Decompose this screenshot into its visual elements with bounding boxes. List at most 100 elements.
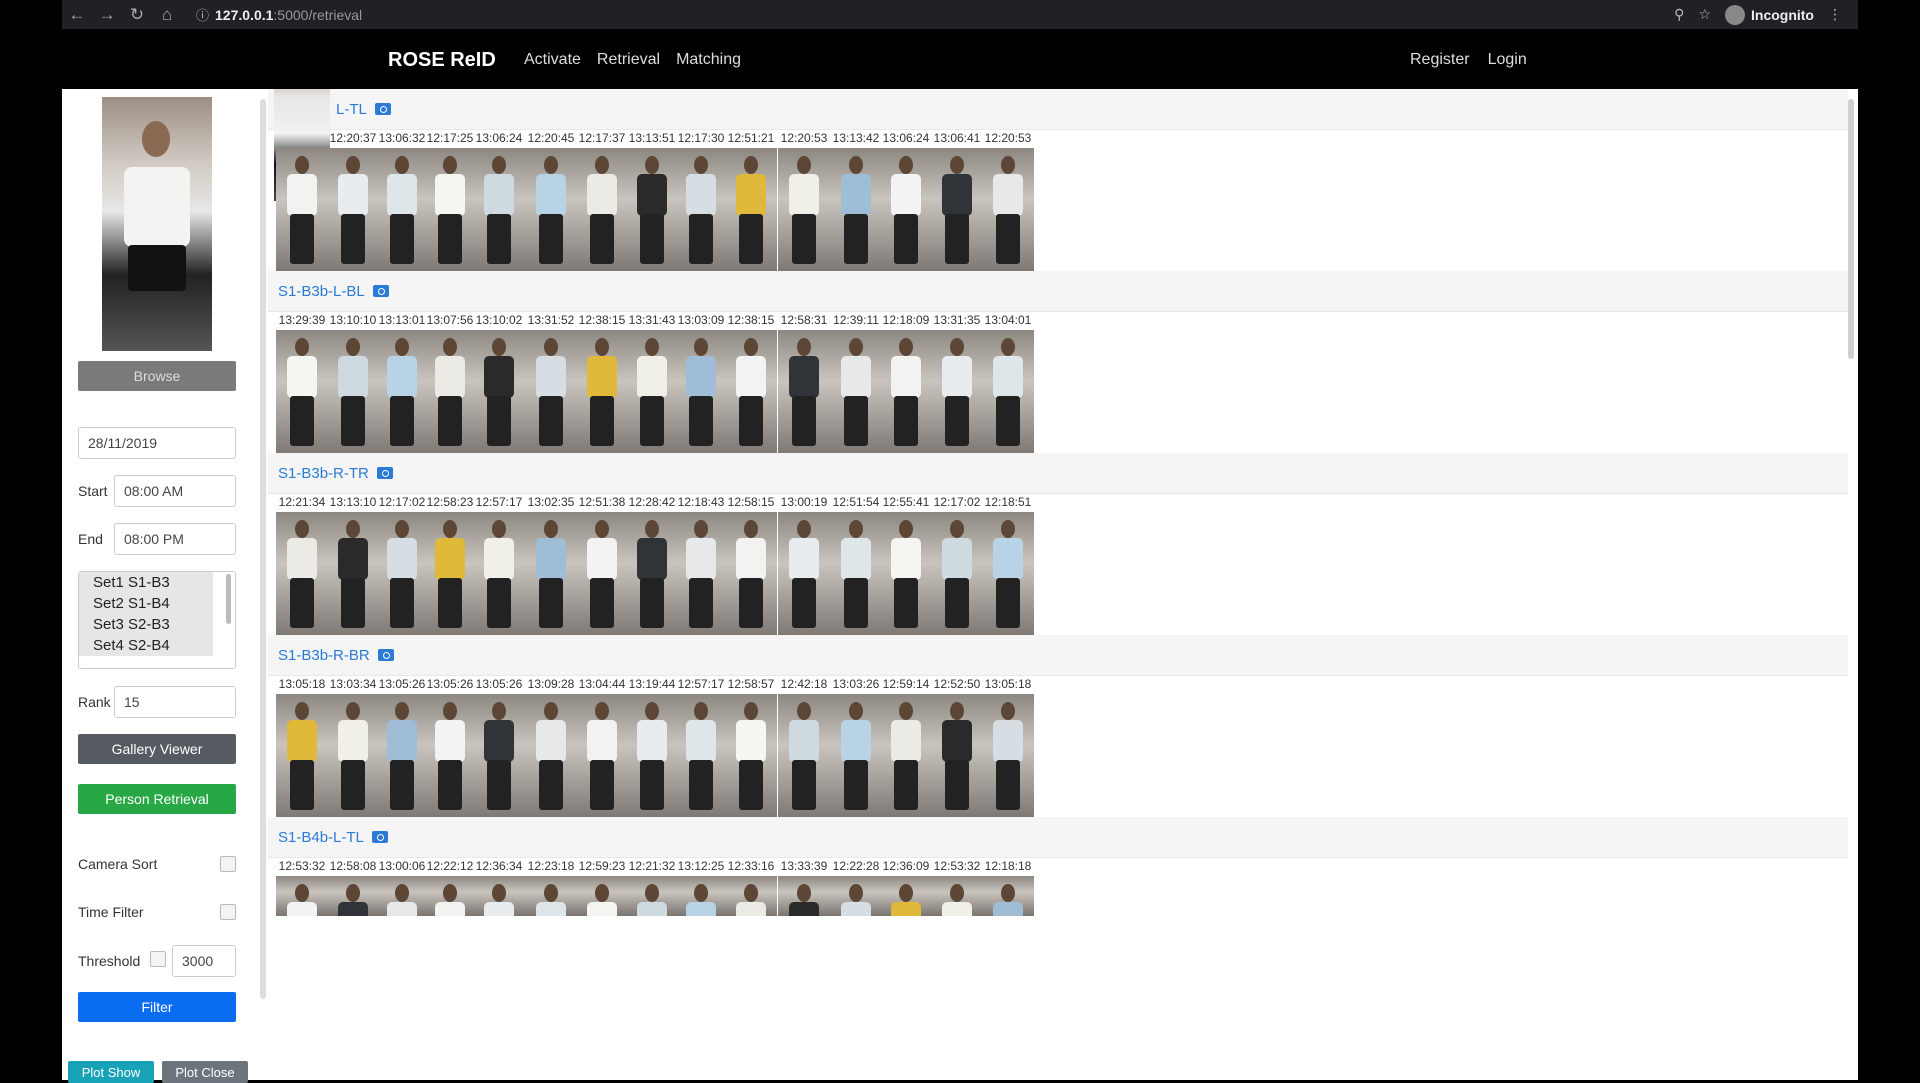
person-crop-image[interactable] bbox=[276, 694, 328, 822]
gallery-viewer-button[interactable]: Gallery Viewer bbox=[78, 734, 236, 764]
person-crop-image[interactable] bbox=[725, 330, 777, 458]
zoom-icon[interactable]: ⚲ bbox=[1674, 6, 1684, 23]
camera-sort-checkbox[interactable] bbox=[220, 856, 236, 872]
person-crop-image[interactable] bbox=[675, 694, 727, 822]
set-option[interactable]: Set2 S1-B4 bbox=[79, 593, 213, 614]
person-crop-image[interactable] bbox=[982, 148, 1034, 276]
nav-retrieval[interactable]: Retrieval bbox=[597, 51, 660, 69]
person-crop-image[interactable] bbox=[576, 876, 628, 916]
threshold-input[interactable]: 3000 bbox=[172, 945, 236, 977]
person-crop-image[interactable] bbox=[778, 330, 830, 458]
person-retrieval-button[interactable]: Person Retrieval bbox=[78, 784, 236, 814]
person-crop-image[interactable] bbox=[982, 330, 1034, 458]
person-crop-image[interactable] bbox=[473, 330, 525, 458]
person-crop-image[interactable] bbox=[473, 512, 525, 640]
set-option[interactable]: Set4 S2-B4 bbox=[79, 635, 213, 656]
person-crop-image[interactable] bbox=[830, 512, 882, 640]
person-crop-image[interactable] bbox=[830, 330, 882, 458]
person-crop-image[interactable] bbox=[880, 694, 932, 822]
person-crop-image[interactable] bbox=[725, 694, 777, 822]
person-crop-image[interactable] bbox=[725, 512, 777, 640]
person-crop-image[interactable] bbox=[982, 512, 1034, 640]
person-crop-image[interactable] bbox=[525, 330, 577, 458]
time-filter-checkbox[interactable] bbox=[220, 904, 236, 920]
person-crop-image[interactable] bbox=[880, 148, 932, 276]
star-icon[interactable]: ☆ bbox=[1698, 6, 1711, 23]
menu-icon[interactable]: ⋮ bbox=[1828, 6, 1842, 23]
person-crop-image[interactable] bbox=[931, 148, 983, 276]
back-icon[interactable]: ← bbox=[62, 5, 92, 25]
forward-icon[interactable]: → bbox=[92, 5, 122, 25]
person-crop-image[interactable] bbox=[778, 694, 830, 822]
threshold-checkbox[interactable] bbox=[150, 951, 166, 967]
person-crop-image[interactable] bbox=[830, 876, 882, 916]
person-crop-image[interactable] bbox=[525, 694, 577, 822]
person-crop-image[interactable] bbox=[931, 694, 983, 822]
camera-title-link[interactable]: L-TL bbox=[336, 101, 367, 118]
camera-icon[interactable] bbox=[371, 831, 388, 843]
person-crop-image[interactable] bbox=[675, 512, 727, 640]
home-icon[interactable]: ⌂ bbox=[152, 5, 182, 25]
camera-title-link[interactable]: S1-B4b-L-TL bbox=[278, 829, 364, 846]
person-crop-image[interactable] bbox=[830, 694, 882, 822]
brand-logo[interactable]: ROSE ReID bbox=[388, 49, 496, 72]
person-crop-image[interactable] bbox=[525, 148, 577, 276]
person-crop-image[interactable] bbox=[982, 876, 1034, 916]
set-option[interactable]: Set1 S1-B3 bbox=[79, 572, 213, 593]
results-scrollbar[interactable] bbox=[1848, 99, 1854, 359]
register-link[interactable]: Register bbox=[1410, 51, 1470, 69]
nav-activate[interactable]: Activate bbox=[524, 51, 581, 69]
camera-icon[interactable] bbox=[377, 649, 394, 661]
person-crop-image[interactable] bbox=[778, 148, 830, 276]
person-crop-image[interactable] bbox=[725, 876, 777, 916]
login-link[interactable]: Login bbox=[1488, 51, 1527, 69]
person-crop-image[interactable] bbox=[931, 330, 983, 458]
person-crop-image[interactable] bbox=[725, 148, 777, 276]
person-crop-image[interactable] bbox=[675, 330, 727, 458]
camera-title-link[interactable]: S1-B3b-R-BR bbox=[278, 647, 370, 664]
person-crop-image[interactable] bbox=[675, 876, 727, 916]
person-crop-image[interactable] bbox=[778, 876, 830, 916]
rank-input[interactable]: 15 bbox=[114, 686, 236, 718]
person-crop-image[interactable] bbox=[931, 512, 983, 640]
set-option[interactable]: Set3 S2-B3 bbox=[79, 614, 213, 635]
result-tile[interactable]: 12:18:18 bbox=[978, 858, 1038, 916]
sidebar-scrollbar[interactable] bbox=[260, 99, 266, 999]
camera-icon[interactable] bbox=[372, 285, 389, 297]
person-crop-image[interactable] bbox=[473, 876, 525, 916]
person-crop-image[interactable] bbox=[276, 148, 328, 276]
person-crop-image[interactable] bbox=[473, 694, 525, 822]
person-crop-image[interactable] bbox=[830, 148, 882, 276]
incognito-profile[interactable]: Incognito bbox=[1725, 4, 1814, 25]
person-crop-image[interactable] bbox=[576, 148, 628, 276]
person-crop-image[interactable] bbox=[276, 512, 328, 640]
person-crop-image[interactable] bbox=[276, 330, 328, 458]
person-crop-image[interactable] bbox=[576, 694, 628, 822]
person-crop-image[interactable] bbox=[576, 512, 628, 640]
person-crop-image[interactable] bbox=[880, 330, 932, 458]
address-bar[interactable]: ⓘ 127.0.0.1:5000/retrieval bbox=[196, 5, 362, 24]
person-crop-image[interactable] bbox=[276, 876, 328, 916]
person-crop-image[interactable] bbox=[880, 512, 932, 640]
set-list-scrollbar[interactable] bbox=[226, 574, 231, 624]
set-select-list[interactable]: Set1 S1-B3 Set2 S1-B4 Set3 S2-B3 Set4 S2… bbox=[78, 571, 236, 669]
person-crop-image[interactable] bbox=[525, 512, 577, 640]
person-crop-image[interactable] bbox=[473, 148, 525, 276]
camera-title-link[interactable]: S1-B3b-L-BL bbox=[278, 283, 365, 300]
start-time-input[interactable]: 08:00 AM bbox=[114, 475, 236, 507]
person-crop-image[interactable] bbox=[576, 330, 628, 458]
person-crop-image[interactable] bbox=[880, 876, 932, 916]
person-crop-image[interactable] bbox=[675, 148, 727, 276]
person-crop-image[interactable] bbox=[778, 512, 830, 640]
camera-icon[interactable] bbox=[374, 103, 391, 115]
filter-button[interactable]: Filter bbox=[78, 992, 236, 1022]
person-crop-image[interactable] bbox=[982, 694, 1034, 822]
reload-icon[interactable]: ↻ bbox=[122, 5, 152, 25]
browse-button[interactable]: Browse bbox=[78, 361, 236, 391]
person-crop-image[interactable] bbox=[931, 876, 983, 916]
camera-title-link[interactable]: S1-B3b-R-TR bbox=[278, 465, 369, 482]
date-input[interactable]: 28/11/2019 bbox=[78, 427, 236, 459]
person-crop-image[interactable] bbox=[525, 876, 577, 916]
camera-icon[interactable] bbox=[376, 467, 393, 479]
nav-matching[interactable]: Matching bbox=[676, 51, 741, 69]
